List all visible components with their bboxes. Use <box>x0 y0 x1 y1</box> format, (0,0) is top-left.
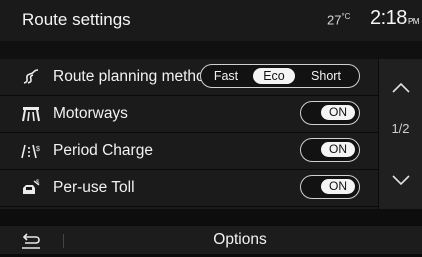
clock-time: 2:18 <box>370 7 407 29</box>
toggle-state: ON <box>321 105 355 120</box>
setting-label: Motorways <box>53 105 128 122</box>
bottom-bar: Options <box>0 226 422 254</box>
option-eco[interactable]: Eco <box>253 68 295 84</box>
option-fast[interactable]: Fast <box>207 68 245 84</box>
per-use-toll-toggle[interactable]: ON <box>300 175 360 199</box>
route-planning-icon <box>21 68 41 86</box>
scroll-down-button[interactable] <box>379 154 422 209</box>
motorway-icon <box>21 105 41 123</box>
chevron-up-icon <box>392 82 410 93</box>
setting-label: Period Charge <box>53 142 153 159</box>
top-bar: Route settings 27°C 2:18PM <box>0 0 422 41</box>
page-indicator: 1/2 <box>391 121 410 136</box>
footer-spacer <box>0 209 422 226</box>
scroll-panel: 1/2 <box>379 59 422 209</box>
motorways-toggle[interactable]: ON <box>300 101 360 125</box>
chevron-down-icon <box>392 175 410 186</box>
toggle-state: ON <box>321 179 355 194</box>
temperature-readout: 27°C <box>327 12 350 27</box>
temperature-value: 27 <box>327 12 342 28</box>
option-short[interactable]: Short <box>302 68 350 84</box>
temperature-unit: °C <box>341 12 351 21</box>
header-spacer <box>0 41 422 59</box>
route-method-selector[interactable]: Fast Eco Short <box>200 64 360 88</box>
svg-text:$: $ <box>36 180 40 186</box>
toggle-state: ON <box>321 142 355 157</box>
scroll-up-button[interactable] <box>379 59 422 114</box>
back-arrow-icon <box>22 233 40 249</box>
setting-label: Route planning method <box>53 68 214 85</box>
setting-label: Per-use Toll <box>53 179 135 196</box>
clock: 2:18PM <box>370 7 419 30</box>
clock-ampm: PM <box>407 17 420 26</box>
settings-list: Route planning method Fast Eco Short Mot… <box>0 59 378 209</box>
toll-icon: $ <box>21 179 41 197</box>
setting-row-motorways: Motorways ON <box>0 96 378 133</box>
setting-row-per-use-toll: $ Per-use Toll ON <box>0 170 378 207</box>
footer-divider <box>63 234 64 248</box>
setting-row-period-charge: $ Period Charge ON <box>0 133 378 170</box>
period-charge-icon: $ <box>21 142 41 160</box>
page-title: Route settings <box>22 10 131 29</box>
options-button[interactable]: Options <box>120 226 360 254</box>
back-button[interactable] <box>18 230 44 252</box>
svg-text:$: $ <box>36 146 40 153</box>
setting-row-route-planning: Route planning method Fast Eco Short <box>0 59 378 96</box>
period-charge-toggle[interactable]: ON <box>300 138 360 162</box>
